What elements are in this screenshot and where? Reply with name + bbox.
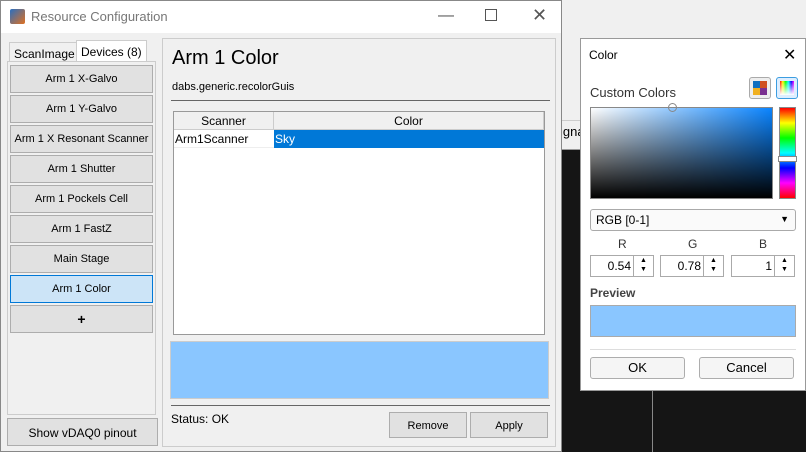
spectrum-icon	[780, 81, 794, 95]
title-bar: Resource Configuration — ✕	[1, 1, 561, 33]
resource-configuration-window: Resource Configuration — ✕ ScanImage Dev…	[0, 0, 562, 452]
picker-handle[interactable]	[668, 103, 677, 112]
preview-label: Preview	[590, 286, 636, 300]
device-button[interactable]: Arm 1 FastZ	[10, 215, 153, 243]
channel-value[interactable]: 0.54	[608, 259, 631, 273]
channel-spinner[interactable]: 1 ▲ ▼	[731, 255, 795, 277]
channel-spinner[interactable]: 0.78 ▲ ▼	[660, 255, 724, 277]
column-header-scanner[interactable]: Scanner	[174, 112, 274, 130]
spinner-arrows-icon[interactable]: ▲ ▼	[703, 256, 723, 276]
preview-swatch	[590, 305, 796, 337]
device-button[interactable]: Arm 1 Y-Galvo	[10, 95, 153, 123]
device-button[interactable]: Arm 1 X-Galvo	[10, 65, 153, 93]
device-button[interactable]: Arm 1 Color	[10, 275, 153, 303]
channel-label: R	[618, 237, 627, 251]
divider	[590, 349, 796, 350]
channel-spinner[interactable]: 0.54 ▲ ▼	[590, 255, 654, 277]
close-button[interactable]: ✕	[532, 5, 547, 26]
maximize-button[interactable]	[485, 9, 497, 21]
channel-label: B	[759, 237, 768, 251]
column-header-color[interactable]: Color	[274, 112, 544, 130]
spinner-arrows-icon[interactable]: ▲ ▼	[774, 256, 794, 276]
channel-value[interactable]: 0.78	[678, 259, 701, 273]
device-button[interactable]: Arm 1 Pockels Cell	[10, 185, 153, 213]
ok-button[interactable]: OK	[590, 357, 685, 379]
tab-scanimage[interactable]: ScanImage	[9, 42, 80, 62]
page-title: Arm 1 Color	[172, 47, 279, 69]
apply-button[interactable]: Apply	[470, 412, 548, 438]
saturation-value-picker[interactable]	[590, 103, 773, 199]
status-text: Status: OK	[171, 412, 230, 426]
spinner-arrows-icon[interactable]: ▲ ▼	[633, 256, 653, 276]
custom-colors-label: Custom Colors	[590, 85, 676, 100]
remove-button[interactable]: Remove	[389, 412, 467, 438]
device-button[interactable]: Main Stage	[10, 245, 153, 273]
device-button[interactable]: Arm 1 X Resonant Scanner	[10, 125, 153, 153]
matlab-icon	[10, 9, 25, 24]
hue-slider-thumb[interactable]	[778, 156, 797, 162]
chevron-down-icon: ▼	[780, 214, 789, 224]
divider	[171, 100, 550, 101]
divider	[171, 405, 550, 406]
class-name: dabs.generic.recolorGuis	[172, 81, 295, 93]
swatches-button[interactable]	[749, 77, 771, 99]
device-button[interactable]: Arm 1 Shutter	[10, 155, 153, 183]
cell-color[interactable]: Sky	[274, 130, 544, 148]
show-pinout-button[interactable]: Show vDAQ0 pinout	[7, 418, 158, 446]
tab-devices[interactable]: Devices (8)	[76, 40, 147, 62]
channel-label: G	[688, 237, 698, 251]
color-dialog: Color ✕ Custom Colors RGB [0-1] ▼ R 0.54 ▲ ▼…	[580, 38, 806, 391]
channel-value[interactable]: 1	[765, 259, 772, 273]
hue-slider[interactable]	[778, 107, 797, 199]
cell-scanner[interactable]: Arm1Scanner	[174, 130, 274, 148]
scanner-color-table: Scanner Color Arm1Scanner Sky	[173, 111, 545, 335]
minimize-button[interactable]: —	[438, 7, 454, 25]
gradient-picker-button[interactable]	[776, 77, 798, 99]
color-preview-swatch	[170, 341, 549, 399]
dialog-title: Color	[589, 48, 618, 62]
close-icon[interactable]: ✕	[783, 45, 796, 65]
palette-icon	[753, 81, 767, 95]
add-device-button[interactable]: +	[10, 305, 153, 333]
cancel-button[interactable]: Cancel	[699, 357, 794, 379]
window-title: Resource Configuration	[31, 9, 168, 24]
color-mode-dropdown[interactable]: RGB [0-1] ▼	[590, 209, 796, 231]
